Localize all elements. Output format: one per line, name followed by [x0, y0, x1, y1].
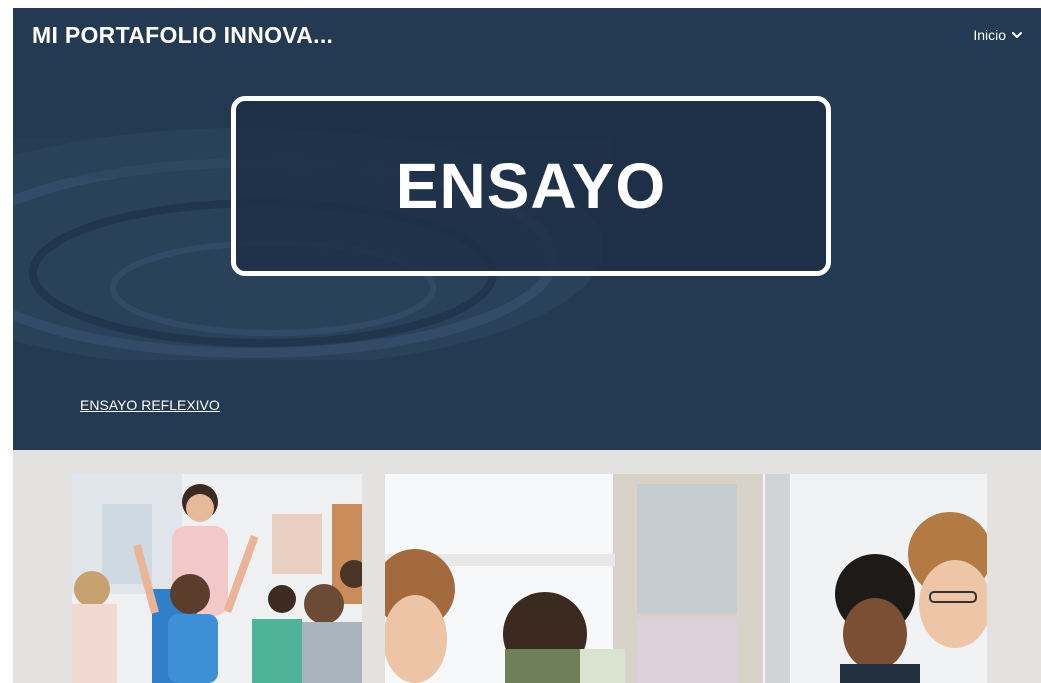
hero-title: ENSAYO — [395, 150, 667, 222]
hero-banner: MI PORTAFOLIO INNOVA... Inicio ENSAYO — [13, 8, 1041, 360]
chevron-down-icon — [1012, 32, 1022, 38]
link-section: ENSAYO REFLEXIVO — [13, 360, 1041, 450]
essay-link[interactable]: ENSAYO REFLEXIVO — [80, 397, 220, 413]
site-title[interactable]: MI PORTAFOLIO INNOVA... — [32, 22, 333, 49]
page: MI PORTAFOLIO INNOVA... Inicio ENSAYO EN… — [13, 8, 1041, 683]
nav-menu-label: Inicio — [973, 27, 1006, 43]
hero-title-box: ENSAYO — [231, 96, 831, 276]
classroom-photo-right — [385, 474, 987, 683]
classroom-photo-left — [72, 474, 362, 683]
nav-menu-inicio[interactable]: Inicio — [973, 27, 1023, 43]
